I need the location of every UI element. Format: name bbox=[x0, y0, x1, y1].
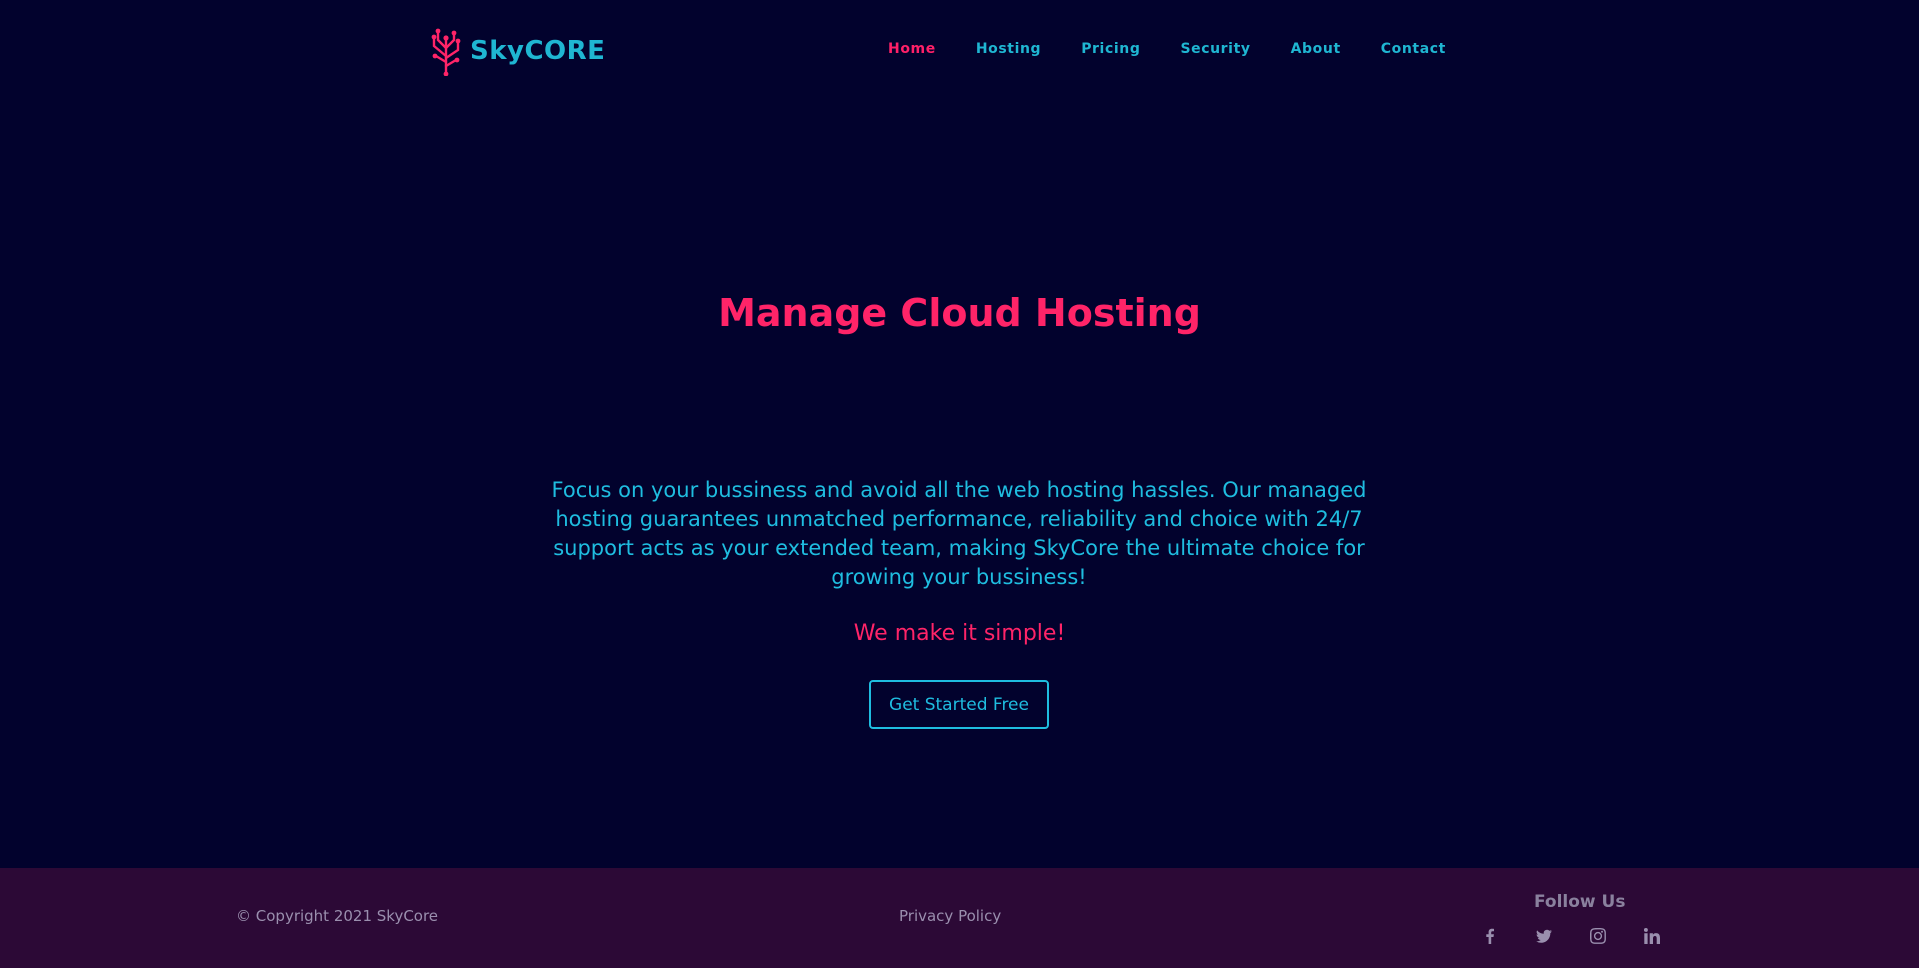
get-started-button[interactable]: Get Started Free bbox=[869, 680, 1049, 729]
logo-text: SkyCORE bbox=[470, 36, 606, 66]
follow-us-heading: Follow Us bbox=[1534, 892, 1626, 912]
hero-description: Focus on your bussiness and avoid all th… bbox=[551, 478, 1367, 589]
privacy-policy-link[interactable]: Privacy Policy bbox=[899, 907, 1001, 925]
nav-item-hosting[interactable]: Hosting bbox=[976, 41, 1041, 57]
nav-item-about[interactable]: About bbox=[1291, 41, 1341, 57]
linkedin-icon[interactable] bbox=[1643, 927, 1661, 945]
nav-item-pricing[interactable]: Pricing bbox=[1081, 41, 1140, 57]
logo[interactable]: SkyCORE bbox=[428, 26, 605, 76]
twitter-icon[interactable] bbox=[1535, 927, 1553, 945]
copyright-text: © Copyright 2021 SkyCore bbox=[236, 907, 439, 925]
main-nav: Home Hosting Pricing Security About Cont… bbox=[888, 41, 1486, 57]
site-footer: © Copyright 2021 SkyCore Privacy Policy … bbox=[0, 868, 1919, 968]
circuit-tree-logo-icon bbox=[431, 28, 461, 76]
social-links bbox=[1481, 927, 1697, 945]
instagram-icon[interactable] bbox=[1589, 927, 1607, 945]
site-header: SkyCORE Home Hosting Pricing Security Ab… bbox=[0, 0, 1919, 102]
nav-item-contact[interactable]: Contact bbox=[1381, 41, 1446, 57]
hero-title: Manage Cloud Hosting bbox=[718, 291, 1201, 335]
facebook-icon[interactable] bbox=[1481, 927, 1499, 945]
nav-item-home[interactable]: Home bbox=[888, 41, 936, 57]
nav-item-security[interactable]: Security bbox=[1180, 41, 1250, 57]
hero-tagline: We make it simple! bbox=[853, 621, 1066, 646]
